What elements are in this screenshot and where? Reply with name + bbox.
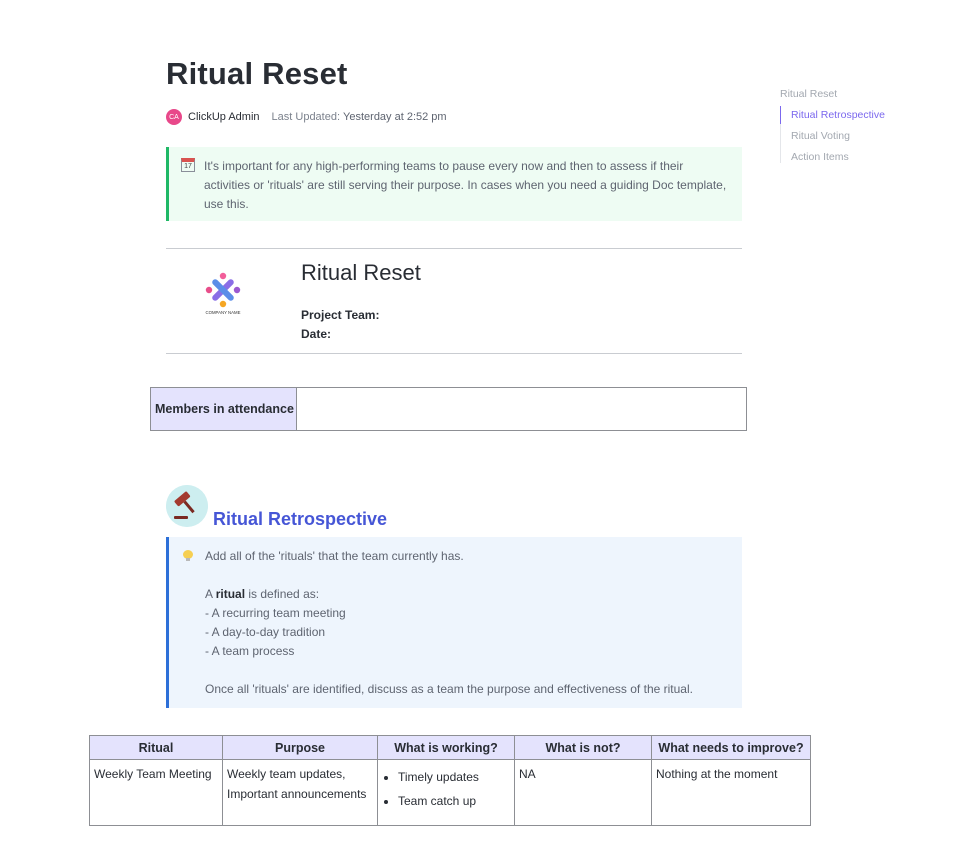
divider-bottom [166,353,742,354]
members-value-cell[interactable] [296,387,747,431]
intro-callout: 17 It's important for any high-performin… [166,147,742,221]
cell-purpose[interactable]: Weekly team updates, Important announcem… [222,759,378,826]
ritual-definition: A ritual is defined as: [205,585,693,604]
rituals-table: Ritual Purpose What is working? What is … [89,735,811,826]
column-header-ritual[interactable]: Ritual [89,735,223,760]
project-team-label: Project Team: [301,308,380,322]
cell-working[interactable]: Timely updates Team catch up [377,759,515,826]
avatar[interactable]: CA [166,109,182,125]
callout-spacer [205,566,693,585]
date-label: Date: [301,327,332,341]
toc-item-ritual-voting[interactable]: Ritual Voting [791,130,885,142]
section-title-ritual-retrospective: Ritual Retrospective [213,509,388,529]
def-suffix: is defined as: [245,587,320,601]
column-header-improve[interactable]: What needs to improve? [651,735,811,760]
table-row: Weekly Team Meeting Weekly team updates,… [89,759,811,826]
cell-not-working[interactable]: NA [514,759,652,826]
ritual-bullet: - A team process [205,644,295,658]
author-name[interactable]: ClickUp Admin [188,111,260,123]
logo-text: COMPANY NAME [206,310,241,315]
toc-item-ritual-retrospective[interactable]: Ritual Retrospective [780,106,885,124]
last-updated-label: Last Updated: [271,111,341,123]
table-of-contents: Ritual Reset Ritual Retrospective Ritual… [780,88,885,172]
toc-heading[interactable]: Ritual Reset [780,88,885,100]
column-header-not-working[interactable]: What is not? [514,735,652,760]
company-logo: COMPANY NAME [206,272,241,315]
column-header-working[interactable]: What is working? [377,735,515,760]
callout-spacer [205,661,693,680]
doc-header-title: Ritual Reset [301,260,421,285]
cell-ritual[interactable]: Weekly Team Meeting [89,759,223,826]
calendar-icon: 17 [181,158,195,172]
toc-list: Ritual Retrospective Ritual Voting Actio… [780,106,885,163]
gavel-icon [166,485,208,527]
page-title: Ritual Reset [166,56,348,91]
list-item: Team catch up [398,789,510,813]
callout-line: Add all of the 'rituals' that the team c… [205,549,464,563]
column-header-purpose[interactable]: Purpose [222,735,378,760]
cell-improve[interactable]: Nothing at the moment [651,759,811,826]
working-list: Timely updates Team catch up [382,765,510,813]
intro-callout-text: It's important for any high-performing t… [204,159,727,211]
callout-closing: Once all 'rituals' are identified, discu… [205,682,693,696]
retrospective-callout-body: Add all of the 'rituals' that the team c… [205,547,693,708]
lightbulb-icon [183,550,193,562]
ritual-bullet: - A recurring team meeting [205,606,346,620]
def-bold-term: ritual [215,587,246,601]
toc-item-action-items[interactable]: Action Items [791,151,885,163]
ritual-bullet: - A day-to-day tradition [205,625,326,639]
members-table: Members in attendance [150,387,747,431]
divider-top [166,248,742,249]
members-label: Members in attendance [150,387,297,431]
retrospective-callout: Add all of the 'rituals' that the team c… [166,537,742,708]
doc-meta: CA ClickUp Admin Last Updated: Yesterday… [166,109,447,125]
last-updated-value: Yesterday at 2:52 pm [343,111,447,123]
list-item: Timely updates [398,765,510,789]
def-prefix: A [205,587,216,601]
